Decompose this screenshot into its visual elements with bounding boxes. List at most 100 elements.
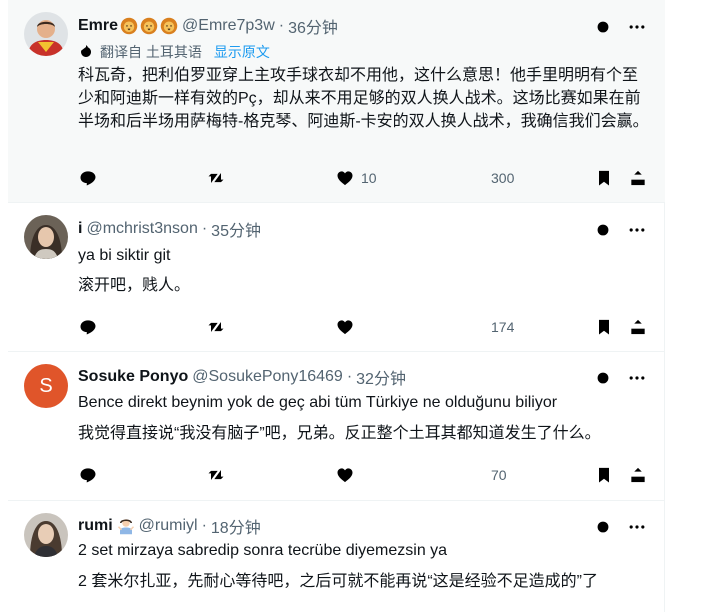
timestamp[interactable]: 32分钟 bbox=[356, 365, 406, 389]
timestamp[interactable]: 18分钟 bbox=[211, 514, 261, 538]
grok-icon[interactable] bbox=[593, 368, 613, 388]
tweet[interactable]: rumi @rumiyl · 18分钟 2 set mirzaya sabred… bbox=[8, 501, 665, 612]
tweet-top-actions bbox=[593, 517, 647, 537]
user-handle[interactable]: @Emre7p3w bbox=[182, 17, 275, 35]
avatar[interactable] bbox=[24, 513, 68, 557]
display-name[interactable]: i bbox=[78, 220, 82, 238]
tweet-text: 科瓦奇，把利伯罗亚穿上主攻手球衣却不用他，这什么意思！他手里明明有个至少和阿迪斯… bbox=[78, 67, 649, 130]
grok-icon[interactable] bbox=[593, 517, 613, 537]
view-count: 300 bbox=[491, 170, 515, 186]
bookmark-icon bbox=[594, 168, 614, 188]
avatar[interactable]: S bbox=[24, 364, 68, 408]
retweet-icon bbox=[206, 168, 226, 188]
retweet-button[interactable] bbox=[206, 168, 226, 188]
like-icon bbox=[335, 317, 355, 337]
views-icon bbox=[465, 465, 485, 485]
tweet-translation: 2 套米尔扎亚，先耐心等待吧，之后可就不能再说“这是经验不足造成的”了 bbox=[78, 573, 599, 590]
share-icon bbox=[628, 317, 648, 337]
reply-button[interactable] bbox=[78, 317, 98, 337]
tweet-header: Sosuke Ponyo @SosukePony16469 · 32分钟 bbox=[78, 366, 406, 388]
view-count: 70 bbox=[491, 467, 507, 483]
retweet-icon bbox=[206, 465, 226, 485]
tweet-translation: 滚开吧，贱人。 bbox=[78, 277, 191, 294]
tweet-header: Emre @Emre7p3w · 36分钟 bbox=[78, 15, 338, 37]
like-icon bbox=[335, 168, 355, 188]
translate-icon bbox=[78, 44, 94, 60]
like-icon bbox=[335, 465, 355, 485]
display-name[interactable]: rumi bbox=[78, 517, 113, 535]
views-button[interactable]: 300 bbox=[465, 168, 514, 188]
bookmark-button[interactable] bbox=[594, 317, 614, 337]
tweet-top-actions bbox=[593, 220, 647, 240]
share-button[interactable] bbox=[628, 317, 648, 337]
like-button[interactable] bbox=[335, 465, 361, 485]
tweet[interactable]: S Sosuke Ponyo @SosukePony16469 · 32分钟 B… bbox=[8, 352, 665, 501]
timeline-feed: Emre @Emre7p3w · 36分钟 翻译自 土耳其语 显示原文 科瓦奇，… bbox=[8, 0, 665, 612]
translated-from-label: 翻译自 土耳其语 bbox=[100, 44, 202, 60]
tweet-header: i @mchrist3nson · 35分钟 bbox=[78, 218, 261, 240]
tweet-top-actions bbox=[593, 368, 647, 388]
avatar-image bbox=[24, 12, 68, 56]
translation-notice: 翻译自 土耳其语 显示原文 bbox=[78, 42, 270, 62]
like-button[interactable] bbox=[335, 317, 361, 337]
timestamp[interactable]: 35分钟 bbox=[211, 217, 261, 241]
views-icon bbox=[465, 168, 485, 188]
tweet-text: ya bi siktir git bbox=[78, 247, 171, 264]
tweet-translation: 我觉得直接说“我没有脑子”吧，兄弟。反正整个土耳其都知道发生了什么。 bbox=[78, 425, 601, 442]
bookmark-button[interactable] bbox=[594, 168, 614, 188]
person-gesturing-icon bbox=[117, 517, 135, 535]
bookmark-button[interactable] bbox=[594, 465, 614, 485]
views-icon bbox=[465, 317, 485, 337]
like-count: 10 bbox=[361, 170, 377, 186]
retweet-button[interactable] bbox=[206, 465, 226, 485]
reply-icon bbox=[78, 317, 98, 337]
avatar[interactable] bbox=[24, 215, 68, 259]
more-options-icon[interactable] bbox=[627, 368, 647, 388]
retweet-icon bbox=[206, 317, 226, 337]
retweet-button[interactable] bbox=[206, 317, 226, 337]
user-handle[interactable]: @mchrist3nson bbox=[86, 220, 197, 238]
tweet-text: Bence direkt beynim yok de geç abi tüm T… bbox=[78, 394, 558, 411]
lion-face-icon bbox=[120, 17, 138, 35]
tweet-top-actions bbox=[593, 17, 647, 37]
user-handle[interactable]: @SosukePony16469 bbox=[192, 368, 343, 386]
tweet[interactable]: Emre @Emre7p3w · 36分钟 翻译自 土耳其语 显示原文 科瓦奇，… bbox=[8, 0, 665, 203]
show-original-link[interactable]: 显示原文 bbox=[214, 42, 270, 62]
grok-icon[interactable] bbox=[593, 220, 613, 240]
bookmark-icon bbox=[594, 465, 614, 485]
reply-button[interactable] bbox=[78, 168, 98, 188]
bookmark-icon bbox=[594, 317, 614, 337]
reply-button[interactable] bbox=[78, 465, 98, 485]
tweet-actions: 70 bbox=[78, 465, 656, 489]
tweet-actions: 10 300 bbox=[78, 168, 656, 192]
more-options-icon[interactable] bbox=[627, 17, 647, 37]
lion-face-icon bbox=[140, 17, 158, 35]
avatar[interactable] bbox=[24, 12, 68, 56]
display-name[interactable]: Emre bbox=[78, 17, 118, 35]
avatar-image bbox=[24, 513, 68, 557]
like-button[interactable]: 10 bbox=[335, 168, 377, 188]
lion-face-icon bbox=[160, 17, 178, 35]
user-handle[interactable]: @rumiyl bbox=[139, 517, 198, 535]
share-button[interactable] bbox=[628, 465, 648, 485]
tweet-text: 2 set mirzaya sabredip sonra tecrübe diy… bbox=[78, 542, 448, 559]
timestamp[interactable]: 36分钟 bbox=[288, 14, 338, 38]
separator-dot: · bbox=[278, 17, 285, 34]
avatar-letter: S bbox=[39, 374, 53, 397]
separator-dot: · bbox=[201, 517, 207, 534]
separator-dot: · bbox=[346, 368, 353, 385]
views-button[interactable]: 70 bbox=[465, 465, 507, 485]
reply-icon bbox=[78, 465, 98, 485]
share-icon bbox=[628, 168, 648, 188]
more-options-icon[interactable] bbox=[627, 220, 647, 240]
more-options-icon[interactable] bbox=[627, 517, 647, 537]
tweet[interactable]: i @mchrist3nson · 35分钟 ya bi siktir git … bbox=[8, 203, 665, 352]
reply-icon bbox=[78, 168, 98, 188]
avatar-image bbox=[24, 215, 68, 259]
display-name[interactable]: Sosuke Ponyo bbox=[78, 368, 188, 386]
views-button[interactable]: 174 bbox=[465, 317, 514, 337]
share-button[interactable] bbox=[628, 168, 648, 188]
view-count: 174 bbox=[491, 319, 515, 335]
tweet-actions: 174 bbox=[78, 317, 656, 341]
grok-icon[interactable] bbox=[593, 17, 613, 37]
